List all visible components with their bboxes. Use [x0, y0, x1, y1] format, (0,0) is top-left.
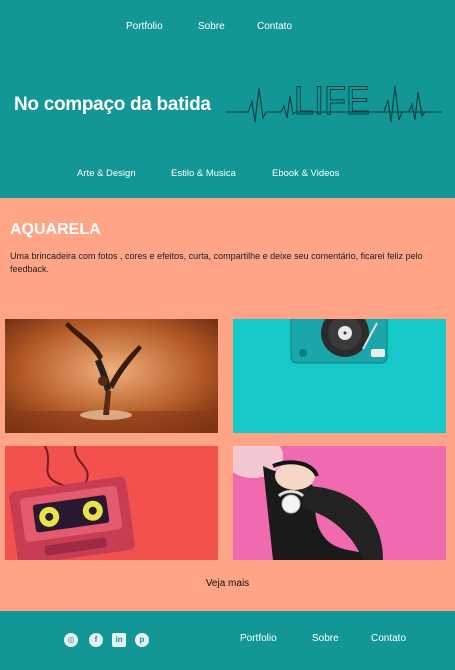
linkedin-icon[interactable]: in — [112, 633, 126, 647]
more-link[interactable]: Veja mais — [0, 578, 455, 589]
site-title: No compaço da batida — [14, 94, 211, 115]
gallery-image-cassette[interactable] — [5, 446, 218, 560]
cassette-photo-icon — [5, 446, 218, 560]
footer-nav-contato[interactable]: Contato — [371, 633, 406, 644]
logo-text: LIFE — [294, 79, 370, 123]
gallery-image-turntable[interactable] — [233, 319, 446, 433]
footer-nav-sobre[interactable]: Sobre — [312, 633, 339, 644]
gallery-image-headphones[interactable] — [233, 446, 446, 560]
category-estilo-musica[interactable]: Estilo & Musica — [171, 168, 236, 179]
section-description: Uma brincadeira com fotos , cores e efei… — [10, 251, 423, 274]
dancer-photo-icon — [5, 319, 218, 433]
gallery-image-dancer[interactable] — [5, 319, 218, 433]
turntable-photo-icon — [233, 319, 446, 433]
site-header: Portfolio Sobre Contato No compaço da ba… — [0, 0, 455, 198]
page: Portfolio Sobre Contato No compaço da ba… — [0, 0, 455, 670]
section-title: AQUARELA — [10, 221, 101, 238]
category-arte-design[interactable]: Arte & Design — [77, 168, 136, 179]
top-nav: Portfolio Sobre Contato — [0, 21, 455, 37]
top-nav-contato[interactable]: Contato — [257, 21, 292, 32]
instagram-icon[interactable]: ◎ — [64, 633, 78, 647]
top-nav-portfolio[interactable]: Portfolio — [126, 21, 163, 32]
footer-nav-portfolio[interactable]: Portfolio — [240, 633, 277, 644]
headphones-girl-photo-icon — [233, 446, 446, 560]
category-ebook-videos[interactable]: Ebook & Videos — [272, 168, 339, 179]
facebook-icon[interactable]: f — [89, 633, 103, 647]
site-footer: ◎ f in p Portfolio Sobre Contato — [0, 611, 455, 670]
heartbeat-logo: LIFE — [226, 79, 442, 124]
category-nav: Arte & Design Estilo & Musica Ebook & Vi… — [0, 168, 455, 182]
top-nav-sobre[interactable]: Sobre — [198, 21, 225, 32]
pinterest-icon[interactable]: p — [135, 633, 149, 647]
